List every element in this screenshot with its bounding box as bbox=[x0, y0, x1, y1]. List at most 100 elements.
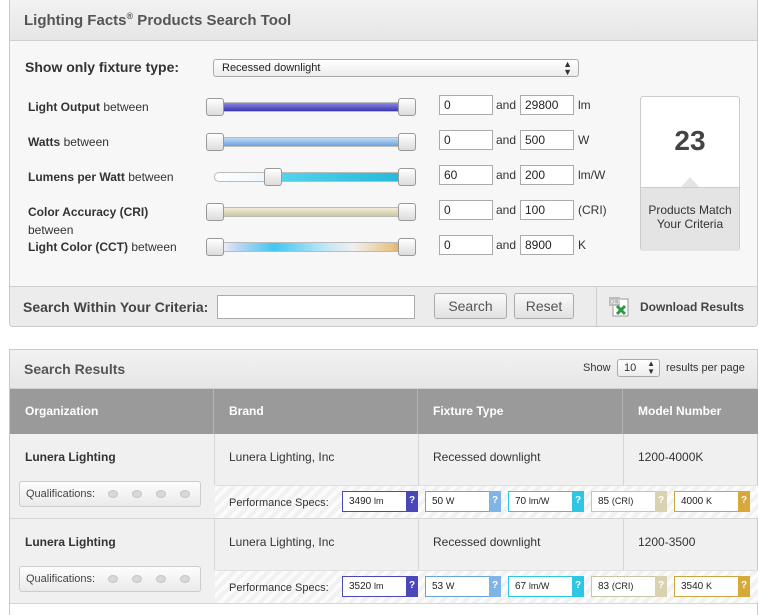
spec-value-box: 67 lm/W ? bbox=[508, 576, 584, 597]
filter-label-1: Watts between bbox=[28, 135, 109, 149]
help-icon[interactable]: ? bbox=[738, 491, 750, 512]
cell-organization[interactable]: Lunera Lighting bbox=[25, 450, 116, 464]
spec-value-box: 53 W ? bbox=[425, 576, 501, 597]
filter-slider-0[interactable] bbox=[206, 98, 416, 116]
qualifications-label: Qualifications: bbox=[26, 573, 96, 585]
filter-unit-0: lm bbox=[578, 98, 591, 112]
filter-label-0: Light Output between bbox=[28, 100, 149, 114]
filter-unit-4: K bbox=[578, 238, 587, 252]
show-label: Show bbox=[583, 362, 611, 374]
qualification-dot-icon bbox=[108, 575, 118, 583]
performance-specs: Performance Specs: 3490 lm ? 50 W ? 70 l… bbox=[215, 485, 758, 518]
slider-max-handle[interactable] bbox=[398, 133, 416, 151]
filter-min-input-2[interactable]: 60 bbox=[439, 165, 493, 185]
and-label: and bbox=[496, 203, 517, 217]
help-icon[interactable]: ? bbox=[406, 491, 418, 512]
spec-value-box: 3490 lm ? bbox=[342, 491, 418, 512]
slider-min-handle[interactable] bbox=[206, 98, 224, 116]
filter-slider-1[interactable] bbox=[206, 133, 416, 151]
qualification-dot-icon bbox=[180, 575, 190, 583]
qualification-dot-icon bbox=[156, 575, 166, 583]
table-row[interactable]: Lunera Lighting Lunera Lighting, Inc Rec… bbox=[10, 519, 758, 604]
filter-unit-3: (CRI) bbox=[578, 203, 607, 217]
reset-button[interactable]: Reset bbox=[514, 293, 574, 319]
help-icon[interactable]: ? bbox=[655, 491, 667, 512]
per-page-value: 10 bbox=[624, 362, 637, 374]
help-icon[interactable]: ? bbox=[572, 491, 584, 512]
column-header-fixture-type[interactable]: Fixture Type bbox=[418, 389, 623, 434]
results-header: Search Results Show 10 ▲ ▼ results per pa… bbox=[10, 350, 757, 389]
help-icon[interactable]: ? bbox=[655, 576, 667, 597]
per-page-select[interactable]: 10 ▲ ▼ bbox=[617, 359, 660, 377]
slider-max-handle[interactable] bbox=[398, 98, 416, 116]
slider-min-handle[interactable] bbox=[206, 238, 224, 256]
filter-min-input-1[interactable]: 0 bbox=[439, 130, 493, 150]
slider-min-handle[interactable] bbox=[206, 133, 224, 151]
performance-specs-label: Performance Specs: bbox=[229, 582, 329, 594]
qualification-dot-icon bbox=[180, 490, 190, 498]
slider-max-handle[interactable] bbox=[398, 238, 416, 256]
filter-max-input-0[interactable]: 29800 bbox=[520, 95, 574, 115]
filter-label-3: Color Accuracy (CRI) between bbox=[28, 205, 149, 237]
filter-unit-2: lm/W bbox=[578, 168, 606, 182]
qualifications-box: Qualifications: bbox=[19, 481, 201, 507]
and-label: and bbox=[496, 238, 517, 252]
select-arrows-icon: ▲ ▼ bbox=[563, 59, 572, 77]
help-icon[interactable]: ? bbox=[489, 576, 501, 597]
spec-value-box: 3540 K ? bbox=[674, 576, 750, 597]
column-header-brand[interactable]: Brand bbox=[214, 389, 418, 434]
panel-header: Lighting Facts® Products Search Tool bbox=[10, 0, 757, 41]
filter-slider-2[interactable] bbox=[214, 168, 416, 186]
slider-max-handle[interactable] bbox=[398, 168, 416, 186]
per-page-label: results per page bbox=[666, 362, 745, 374]
download-results-button[interactable]: XLS Download Results bbox=[596, 287, 758, 327]
filter-min-input-0[interactable]: 0 bbox=[439, 95, 493, 115]
filter-unit-1: W bbox=[578, 133, 590, 147]
filter-max-input-2[interactable]: 200 bbox=[520, 165, 574, 185]
slider-max-handle[interactable] bbox=[398, 203, 416, 221]
qualifications-label: Qualifications: bbox=[26, 488, 96, 500]
help-icon[interactable]: ? bbox=[572, 576, 584, 597]
filter-min-input-4[interactable]: 0 bbox=[439, 235, 493, 255]
help-icon[interactable]: ? bbox=[489, 491, 501, 512]
cell-organization[interactable]: Lunera Lighting bbox=[25, 535, 116, 549]
select-arrows-icon: ▲ ▼ bbox=[647, 359, 655, 376]
spec-value-box: 4000 K ? bbox=[674, 491, 750, 512]
column-header-organization[interactable]: Organization bbox=[10, 389, 214, 434]
filter-slider-4[interactable] bbox=[206, 238, 416, 256]
fixture-type-select[interactable]: Recessed downlight ▲ ▼ bbox=[213, 59, 579, 77]
qualification-dot-icon bbox=[132, 575, 142, 583]
spec-value-box: 83 (CRI) ? bbox=[591, 576, 667, 597]
performance-specs-label: Performance Specs: bbox=[229, 497, 329, 509]
cell-model-number: 1200-4000K bbox=[638, 450, 704, 464]
search-button[interactable]: Search bbox=[434, 293, 507, 319]
filter-max-input-3[interactable]: 100 bbox=[520, 200, 574, 220]
search-within-label: Search Within Your Criteria: bbox=[23, 299, 209, 315]
search-results-panel: Search Results Show 10 ▲ ▼ results per pa… bbox=[9, 349, 758, 615]
filter-slider-3[interactable] bbox=[206, 203, 416, 221]
qualifications-box: Qualifications: bbox=[19, 566, 201, 592]
svg-text:XLS: XLS bbox=[610, 300, 621, 306]
search-within-input[interactable] bbox=[217, 295, 415, 319]
slider-min-handle[interactable] bbox=[206, 203, 224, 221]
cell-fixture-type: Recessed downlight bbox=[433, 450, 541, 464]
spec-value-box: 70 lm/W ? bbox=[508, 491, 584, 512]
filter-max-input-1[interactable]: 500 bbox=[520, 130, 574, 150]
filter-max-input-4[interactable]: 8900 bbox=[520, 235, 574, 255]
match-count-text: Products Match Your Criteria bbox=[648, 203, 732, 231]
qualification-dot-icon bbox=[108, 490, 118, 498]
spec-value-box: 85 (CRI) ? bbox=[591, 491, 667, 512]
help-icon[interactable]: ? bbox=[738, 576, 750, 597]
filter-min-input-3[interactable]: 0 bbox=[439, 200, 493, 220]
column-header-model-number[interactable]: Model Number bbox=[623, 389, 758, 434]
match-count: 23 bbox=[674, 125, 706, 156]
table-row[interactable]: Lunera Lighting Lunera Lighting, Inc Rec… bbox=[10, 434, 758, 519]
slider-min-handle[interactable] bbox=[263, 168, 282, 186]
download-results-label: Download Results bbox=[640, 300, 745, 314]
cell-model-number: 1200-3500 bbox=[638, 535, 696, 549]
fixture-type-label: Show only fixture type: bbox=[25, 59, 180, 75]
fixture-type-value: Recessed downlight bbox=[222, 62, 321, 74]
help-icon[interactable]: ? bbox=[406, 576, 418, 597]
results-title: Search Results bbox=[24, 361, 126, 377]
and-label: and bbox=[496, 98, 517, 112]
